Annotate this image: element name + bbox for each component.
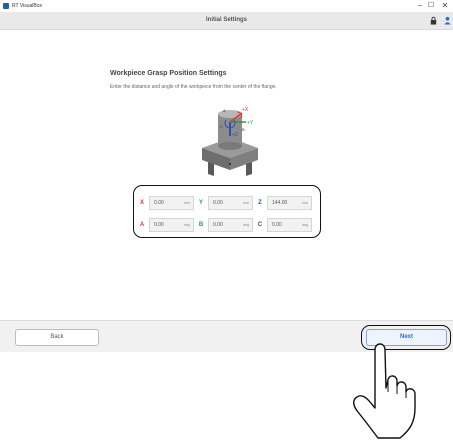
z-unit: mm	[302, 201, 308, 205]
diagram-label-x: +X	[242, 107, 249, 113]
b-unit: deg	[243, 223, 249, 227]
field-z-label: Z	[258, 200, 262, 206]
b-value: 0.00	[213, 222, 223, 228]
app-window: RT VisualBox – ☐ ✕ Initial Settings Work…	[0, 0, 453, 352]
field-c-label: C	[257, 222, 263, 228]
app-title: RT VisualBox	[12, 3, 43, 9]
y-input[interactable]: 0.00 mm	[208, 196, 253, 210]
section-description: Enter the distance and angle of the work…	[110, 84, 277, 90]
z-value: 144.00	[272, 200, 288, 206]
diagram-label-c: C	[220, 124, 223, 129]
c-value: 0.00	[272, 222, 282, 228]
c-input[interactable]: 0.00 deg	[267, 218, 312, 232]
page-header: Initial Settings	[0, 12, 453, 30]
y-value: 0.00	[213, 200, 223, 206]
title-bar: RT VisualBox – ☐ ✕	[0, 0, 453, 12]
maximize-button[interactable]: ☐	[424, 0, 438, 12]
app-icon	[3, 3, 9, 9]
grasp-values-panel: X 0.00 mm Y 0.00 mm Z 144.00 mm A 0.00 d…	[133, 185, 321, 238]
y-unit: mm	[243, 201, 249, 205]
page-title: Initial Settings	[205, 17, 247, 23]
lock-icon[interactable]	[429, 16, 438, 25]
z-input[interactable]: 144.00 mm	[267, 196, 312, 210]
diagram-label-z: +Z	[232, 132, 238, 138]
b-input[interactable]: 0.00 deg	[208, 218, 253, 232]
field-a-label: A	[139, 222, 145, 228]
x-input[interactable]: 0.00 mm	[149, 196, 194, 210]
diagram-label-y: +Y	[247, 120, 254, 126]
back-button[interactable]: Back	[15, 329, 99, 346]
field-b-label: B	[198, 222, 204, 228]
close-button[interactable]: ✕	[438, 0, 452, 12]
diagram-label-b: B	[242, 127, 245, 132]
x-unit: mm	[184, 201, 190, 205]
field-y-label: Y	[198, 200, 203, 206]
person-icon[interactable]	[443, 16, 452, 25]
x-value: 0.00	[154, 200, 164, 206]
c-unit: deg	[302, 223, 308, 227]
section-title: Workpiece Grasp Position Settings	[110, 70, 227, 77]
a-value: 0.00	[154, 222, 164, 228]
pointing-hand-icon	[353, 343, 416, 439]
field-x-label: X	[139, 200, 144, 206]
grasp-position-diagram: +X +Y +Z A B C	[202, 107, 258, 176]
a-unit: deg	[184, 223, 190, 227]
a-input[interactable]: 0.00 deg	[149, 218, 194, 232]
diagram-label-a: A	[223, 108, 226, 113]
